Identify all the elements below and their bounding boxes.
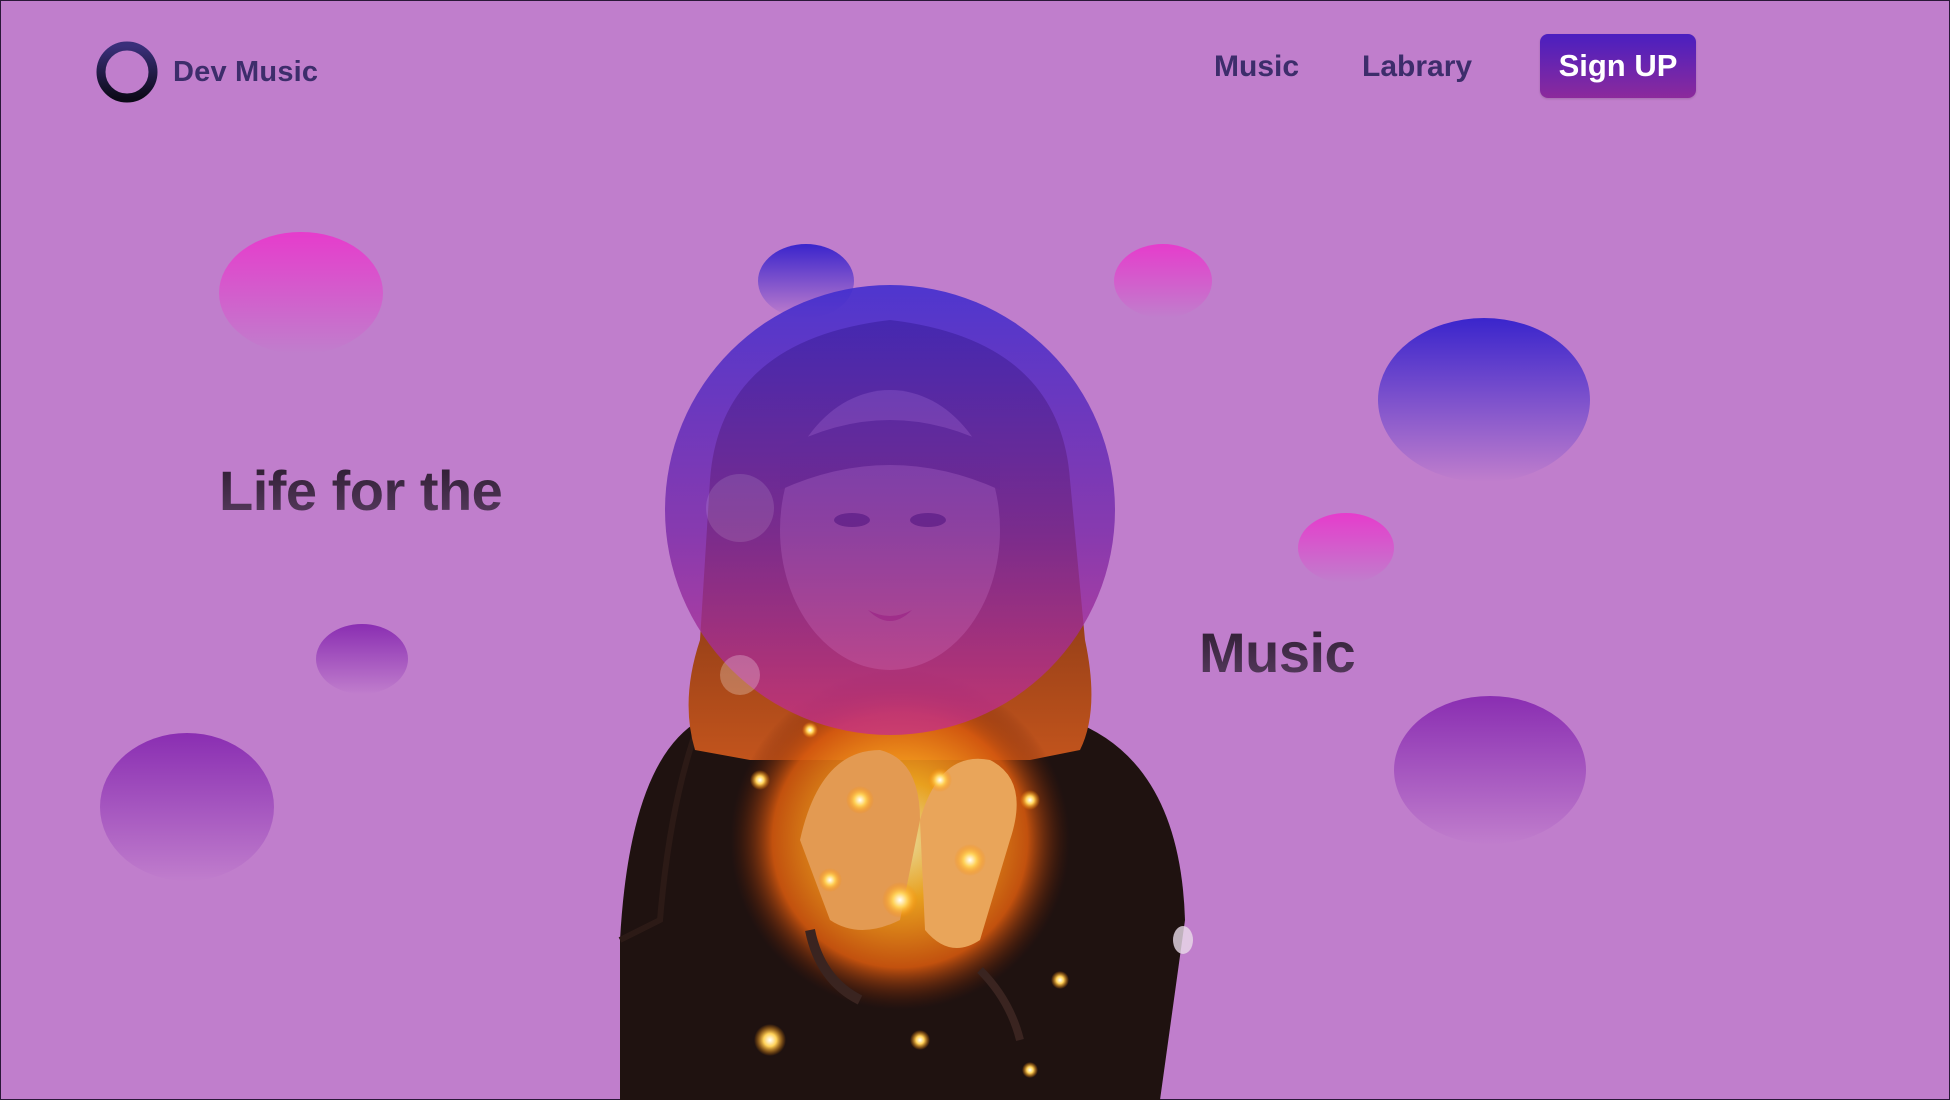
decor-bubble (100, 733, 274, 881)
ring-logo-icon (95, 40, 159, 104)
hero-headline-line2: Music (1199, 621, 1356, 684)
decor-bubble (219, 232, 383, 354)
decor-bubble (1378, 318, 1590, 482)
nav-link-music[interactable]: Music (1214, 50, 1299, 84)
hero-headline-line1: Life for the (219, 459, 503, 522)
sign-up-button[interactable]: Sign UP (1540, 34, 1696, 98)
decor-bubble (1298, 513, 1394, 583)
decor-bubble (316, 624, 408, 694)
brand-name: Dev Music (173, 55, 319, 88)
hero-image (560, 280, 1220, 1100)
decor-bubble (1394, 696, 1586, 844)
brand[interactable]: Dev Music (95, 40, 318, 104)
nav-link-library[interactable]: Labrary (1362, 50, 1472, 84)
